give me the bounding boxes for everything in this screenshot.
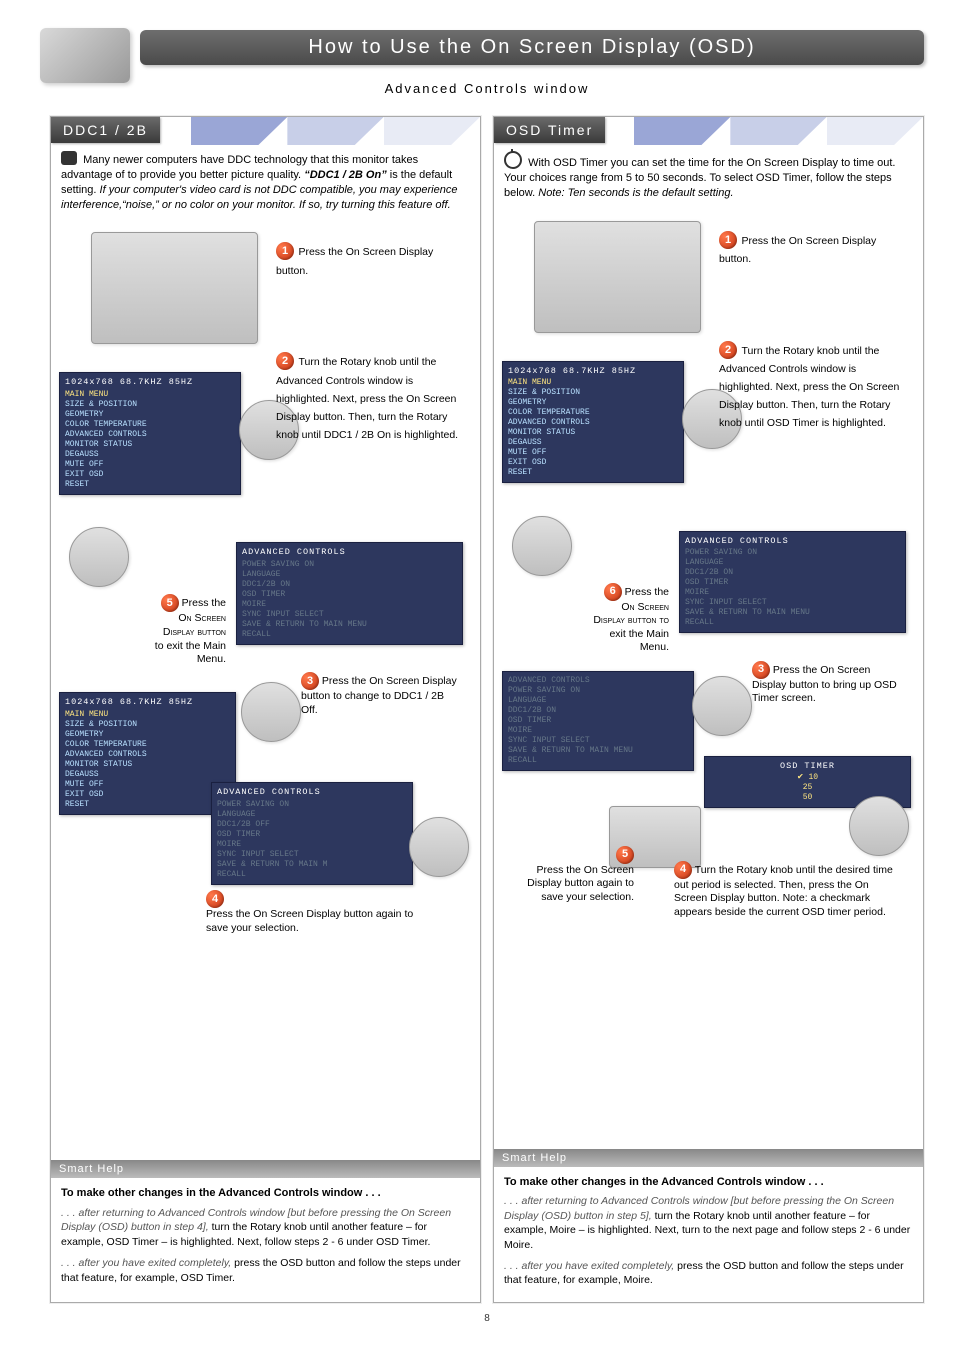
step-3-badge-r: 3 (752, 661, 770, 679)
right-column: OSD Timer With OSD Timer you can set the… (493, 116, 924, 1303)
step-1-badge: 1 (276, 242, 294, 260)
right-step-3: Press the On Screen Display button to br… (752, 663, 897, 704)
left-footer: To make other changes in the Advanced Co… (51, 1178, 480, 1299)
osd-adv-title-2: ADVANCED CONTROLS (217, 787, 407, 798)
left-step-5b: On Screen (178, 612, 226, 624)
right-intro-ital: Note: Ten seconds is the default setting… (538, 187, 733, 199)
step-3-badge: 3 (301, 672, 319, 690)
osd-main-sub-r: MAIN MENU (508, 378, 678, 388)
monitor-illustration (534, 221, 701, 333)
osd-advanced-menu-r2: ADVANCED CONTROLS POWER SAVING ON LANGUA… (502, 671, 694, 771)
left-step-2: Turn the Rotary knob until the Advanced … (276, 357, 458, 441)
step-1-badge-r: 1 (719, 231, 737, 249)
rotary-knob-illustration (512, 516, 572, 576)
right-step-6d: exit the Main (609, 628, 669, 640)
left-intro: Many newer computers have DDC technology… (51, 145, 480, 222)
left-column: DDC1 / 2B Many newer computers have DDC … (50, 116, 481, 1303)
right-foot-lead: To make other changes in the Advanced Co… (504, 1175, 913, 1190)
osd-main-title-2: 1024x768 68.7KHZ 85HZ (65, 697, 230, 708)
left-intro-bold: “DDC1 / 2B On” (304, 169, 387, 181)
smart-help-band-left: Smart Help (51, 1160, 480, 1178)
osd-main-items: SIZE & POSITION GEOMETRY COLOR TEMPERATU… (65, 400, 235, 490)
page-number: 8 (50, 1303, 924, 1334)
rotary-knob-illustration (692, 676, 752, 736)
osd-advanced-menu-off: ADVANCED CONTROLS POWER SAVING ON LANGUA… (211, 782, 413, 885)
right-heading: OSD Timer (494, 117, 605, 143)
monitor-illustration (91, 232, 258, 344)
osd-main-sub: MAIN MENU (65, 390, 235, 400)
osd-adv-items-on: POWER SAVING ON LANGUAGE DDC1/2B ON OSD … (242, 560, 367, 639)
right-footer: To make other changes in the Advanced Co… (494, 1167, 923, 1303)
step-5-badge: 5 (161, 594, 179, 612)
osd-adv-title-r: ADVANCED CONTROLS (685, 536, 900, 547)
osd-main-menu: 1024x768 68.7KHZ 85HZ MAIN MENU SIZE & P… (59, 372, 241, 495)
right-step-6e: Menu. (640, 641, 669, 653)
step-5-badge-r: 5 (616, 846, 634, 864)
right-step-2: Turn the Rotary knob until the Advanced … (719, 345, 899, 429)
page-subtitle: Advanced Controls window (50, 81, 924, 96)
left-step-5a: Press the (182, 597, 226, 609)
rotary-knob-illustration (849, 796, 909, 856)
rotary-knob-illustration (69, 527, 129, 587)
step-4-badge-r: 4 (674, 861, 692, 879)
osd-advanced-menu-r: ADVANCED CONTROLS POWER SAVING ON LANGUA… (679, 531, 906, 634)
left-step-3: Press the On Screen Display button to ch… (301, 675, 457, 716)
left-step-4: Press the On Screen Display button again… (206, 908, 413, 934)
osd-adv-items-r2: ADVANCED CONTROLS POWER SAVING ON LANGUA… (508, 676, 633, 765)
monitor-corner-illustration (40, 28, 130, 83)
osd-main-menu-2: 1024x768 68.7KHZ 85HZ MAIN MENU SIZE & P… (59, 692, 236, 815)
right-step-6c: Display button to (593, 614, 669, 626)
timer-icon (504, 151, 522, 169)
left-step-1: Press the On Screen Display button. (276, 247, 433, 277)
right-step-6a: Press the (625, 585, 669, 597)
osd-main-items-r: SIZE & POSITION GEOMETRY COLOR TEMPERATU… (508, 388, 678, 478)
left-intro-ital: If your computer's video card is not DDC… (61, 184, 457, 211)
left-step-5d: to exit the Main (155, 640, 226, 652)
left-foot-p2a: . . . after you have exited completely, (61, 1257, 231, 1269)
right-intro: With OSD Timer you can set the time for … (494, 145, 923, 211)
tag-icon (61, 151, 77, 165)
left-step-5c: Display button (163, 626, 226, 638)
osd-timer-title: OSD TIMER (710, 761, 905, 772)
right-step-6b: On Screen (621, 601, 669, 613)
smart-help-band-right: Smart Help (494, 1149, 923, 1167)
step-2-badge: 2 (276, 352, 294, 370)
right-foot-p2a: . . . after you have exited completely, (504, 1260, 674, 1272)
rotary-knob-illustration (409, 817, 469, 877)
osd-main-title-r: 1024x768 68.7KHZ 85HZ (508, 366, 678, 377)
step-6-badge: 6 (604, 583, 622, 601)
step-2-badge-r: 2 (719, 341, 737, 359)
osd-main-menu-r: 1024x768 68.7KHZ 85HZ MAIN MENU SIZE & P… (502, 361, 684, 484)
page-title-bar: How to Use the On Screen Display (OSD) (140, 30, 924, 65)
step-4-badge: 4 (206, 890, 224, 908)
osd-main-title: 1024x768 68.7KHZ 85HZ (65, 377, 235, 388)
osd-adv-items-r: POWER SAVING ON LANGUAGE DDC1/2B ON OSD … (685, 548, 810, 627)
osd-adv-items-off: POWER SAVING ON LANGUAGE DDC1/2B OFF OSD… (217, 800, 327, 879)
left-heading: DDC1 / 2B (51, 117, 160, 143)
right-step-1: Press the On Screen Display button. (719, 235, 876, 265)
osd-main-sub-2: MAIN MENU (65, 710, 230, 720)
osd-main-items-2: SIZE & POSITION GEOMETRY COLOR TEMPERATU… (65, 720, 230, 810)
osd-advanced-menu-on: ADVANCED CONTROLS POWER SAVING ON LANGUA… (236, 542, 463, 645)
left-step-5e: Menu. (197, 653, 226, 665)
rotary-knob-illustration (241, 682, 301, 742)
right-step-5: Press the On Screen Display button again… (527, 864, 634, 903)
left-foot-lead: To make other changes in the Advanced Co… (61, 1186, 470, 1201)
osd-adv-title: ADVANCED CONTROLS (242, 547, 457, 558)
